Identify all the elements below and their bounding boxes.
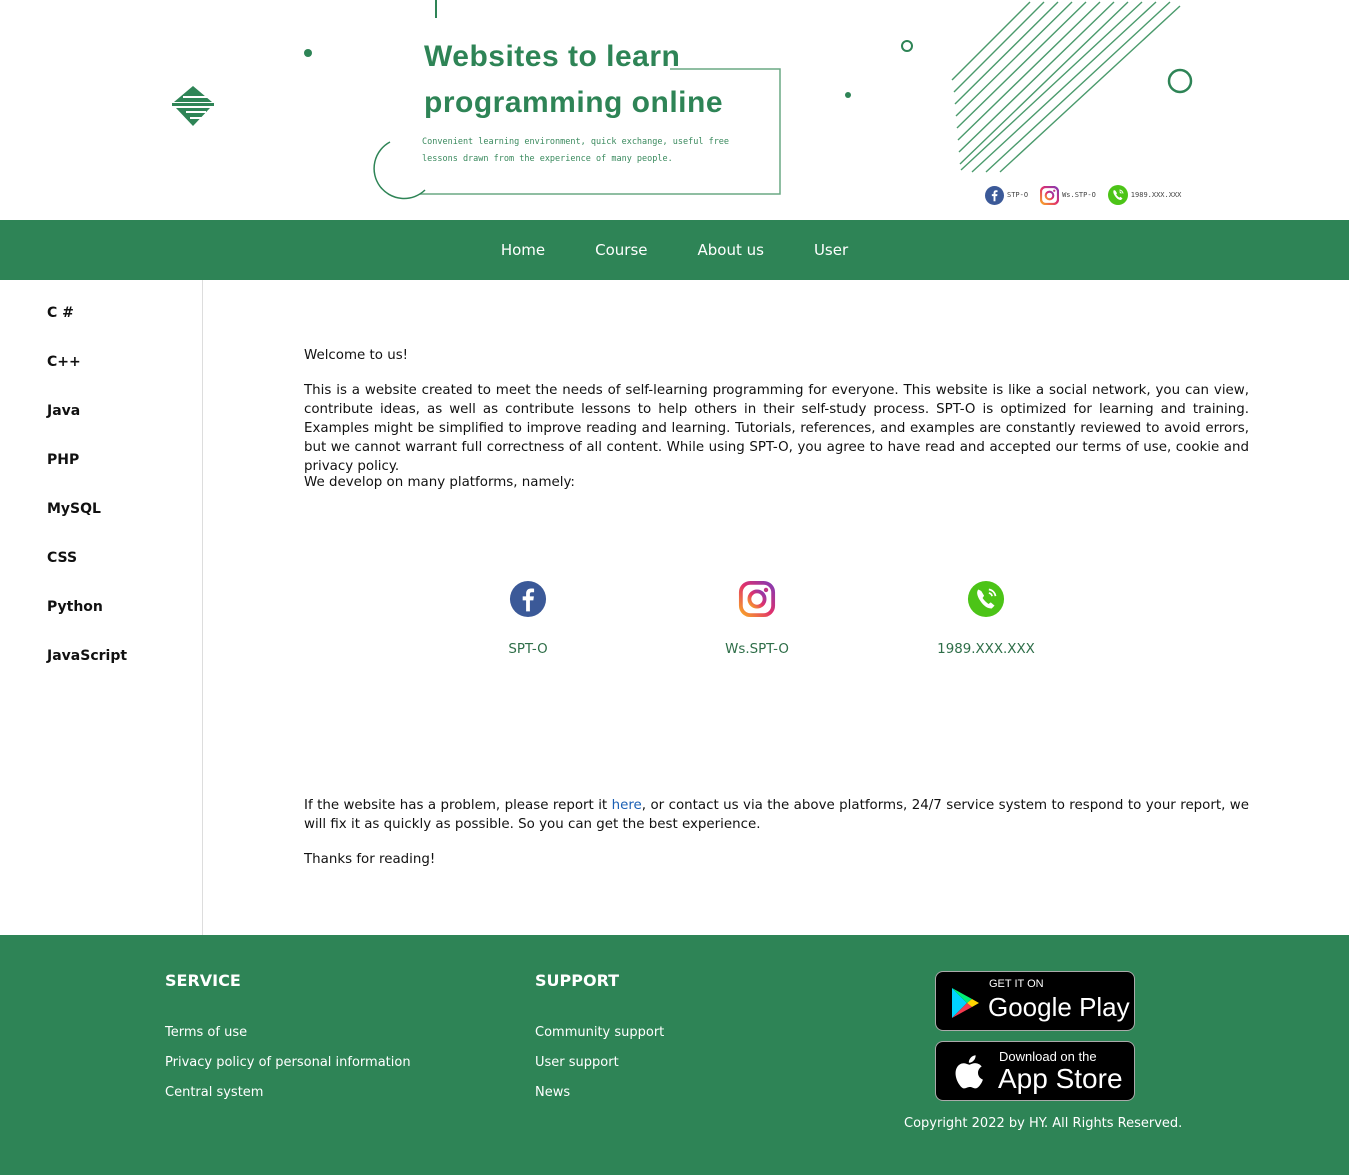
header-contact-label: Ws.STP-O xyxy=(1062,191,1096,199)
nav-user[interactable]: User xyxy=(789,220,873,280)
apple-icon xyxy=(955,1055,983,1089)
report-here-link[interactable]: here xyxy=(612,798,642,813)
welcome-text: Welcome to us! xyxy=(304,348,409,363)
facebook-icon xyxy=(509,580,547,618)
site-title: Websites to learn programming online xyxy=(424,40,724,119)
google-play-icon xyxy=(952,988,979,1018)
footer-support-column: SUPPORT Community support User support N… xyxy=(535,971,664,1108)
platforms-intro: We develop on many platforms, namely: xyxy=(304,475,575,490)
platform-phone[interactable]: 1989.XXX.XXX xyxy=(906,580,1066,659)
app-store-button[interactable]: Download on the App Store xyxy=(935,1041,1135,1101)
header-contact-label: STP-O xyxy=(1007,191,1029,199)
header-contact-facebook[interactable]: STP-O xyxy=(985,185,1029,205)
thanks-text: Thanks for reading! xyxy=(304,852,436,867)
instagram-icon xyxy=(1040,185,1060,205)
header-contact-phone[interactable]: 1989.XXX.XXX xyxy=(1107,185,1182,205)
sidebar-item-mysql[interactable]: MySQL xyxy=(47,501,101,517)
footer-support-heading: SUPPORT xyxy=(535,971,620,990)
google-play-button[interactable]: GET IT ON Google Play xyxy=(935,971,1135,1031)
nav-home[interactable]: Home xyxy=(476,220,570,280)
app-store-big-text: App Store xyxy=(998,1063,1123,1094)
nav-about-us[interactable]: About us xyxy=(673,220,789,280)
header-contacts: STP-O Ws.STP-O 1989.XXX.XXX xyxy=(985,184,1193,206)
site-footer: SERVICE Terms of use Privacy policy of p… xyxy=(0,935,1349,1175)
platform-label: Ws.SPT-O xyxy=(725,642,789,657)
footer-link-user-support[interactable]: User support xyxy=(535,1048,664,1078)
intro-paragraph: This is a website created to meet the ne… xyxy=(304,383,1249,474)
sidebar-item-csharp[interactable]: C # xyxy=(47,305,74,321)
report-paragraph: If the website has a problem, please rep… xyxy=(304,796,1249,834)
header-contact-label: 1989.XXX.XXX xyxy=(1130,191,1182,199)
platform-label: 1989.XXX.XXX xyxy=(937,642,1035,657)
copyright-text: Copyright 2022 by HY. All Rights Reserve… xyxy=(904,1116,1183,1131)
language-sidebar: C # C++ Java PHP MySQL CSS Python JavaSc… xyxy=(0,280,203,935)
site-tagline: Convenient learning environment, quick e… xyxy=(422,137,730,164)
footer-service-heading: SERVICE xyxy=(165,971,241,990)
site-header: Websites to learn programming online Con… xyxy=(0,0,1349,220)
phone-icon xyxy=(967,580,1005,618)
phone-icon xyxy=(1107,185,1128,205)
sidebar-item-javascript[interactable]: JavaScript xyxy=(47,648,127,664)
platform-instagram[interactable]: Ws.SPT-O xyxy=(677,580,837,659)
footer-link-central-system[interactable]: Central system xyxy=(165,1078,411,1108)
platform-facebook[interactable]: SPT-O xyxy=(448,580,608,659)
sidebar-item-cpp[interactable]: C++ xyxy=(47,354,81,370)
footer-link-community-support[interactable]: Community support xyxy=(535,1018,664,1048)
header-contact-instagram[interactable]: Ws.STP-O xyxy=(1040,185,1096,205)
facebook-icon xyxy=(985,185,1004,205)
google-play-small-text: GET IT ON xyxy=(989,978,1044,990)
sidebar-item-java[interactable]: Java xyxy=(47,403,80,419)
footer-link-terms[interactable]: Terms of use xyxy=(165,1018,411,1048)
sidebar-item-python[interactable]: Python xyxy=(47,599,103,615)
app-store-small-text: Download on the xyxy=(999,1049,1097,1064)
instagram-icon xyxy=(738,580,776,618)
footer-service-column: SERVICE Terms of use Privacy policy of p… xyxy=(165,971,411,1108)
google-play-big-text: Google Play xyxy=(988,992,1130,1022)
platform-label: SPT-O xyxy=(508,642,548,657)
main-nav: Home Course About us User xyxy=(0,220,1349,280)
report-text-before: If the website has a problem, please rep… xyxy=(304,798,612,813)
sidebar-item-php[interactable]: PHP xyxy=(47,452,79,468)
footer-link-privacy[interactable]: Privacy policy of personal information xyxy=(165,1048,411,1078)
footer-link-news[interactable]: News xyxy=(535,1078,664,1108)
sidebar-item-css[interactable]: CSS xyxy=(47,550,77,566)
nav-course[interactable]: Course xyxy=(570,220,672,280)
